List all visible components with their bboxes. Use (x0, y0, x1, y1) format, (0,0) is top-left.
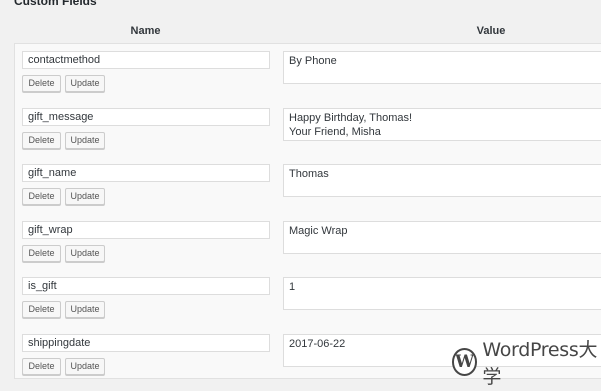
table-row: gift_wrap Delete Update Magic Wrap (0, 221, 601, 278)
delete-button[interactable]: Delete (22, 358, 61, 375)
wordpress-logo-letter: W (455, 352, 475, 372)
delete-button[interactable]: Delete (22, 301, 61, 318)
watermark-text: WordPress大学 (482, 339, 598, 388)
field-value-textarea[interactable]: Thomas (283, 164, 601, 197)
field-value-textarea[interactable]: By Phone (283, 51, 601, 84)
update-button[interactable]: Update (65, 301, 105, 318)
update-button[interactable]: Update (65, 188, 105, 205)
wordpress-watermark: W WordPress大学 (452, 339, 601, 388)
table-row: is_gift Delete Update 1 (0, 277, 601, 334)
table-row: gift_name Delete Update Thomas (0, 164, 601, 221)
delete-button[interactable]: Delete (22, 245, 61, 262)
column-header-name: Name (130, 25, 161, 37)
field-name-input[interactable]: gift_wrap (22, 221, 270, 239)
update-button[interactable]: Update (65, 132, 105, 149)
delete-button[interactable]: Delete (22, 188, 61, 205)
table-row: contactmethod Delete Update By Phone (0, 51, 601, 108)
field-value-textarea[interactable]: Magic Wrap (283, 221, 601, 254)
field-value-textarea[interactable]: Happy Birthday, Thomas! Your Friend, Mis… (283, 108, 601, 141)
field-name-input[interactable]: gift_message (22, 108, 270, 126)
field-name-input[interactable]: contactmethod (22, 51, 270, 69)
table-header: Name Value (14, 19, 601, 44)
field-name-input[interactable]: gift_name (22, 164, 270, 182)
column-header-value: Value (476, 25, 506, 37)
delete-button[interactable]: Delete (22, 132, 61, 149)
field-value-textarea[interactable]: 1 (283, 277, 601, 310)
field-name-input[interactable]: is_gift (22, 277, 270, 295)
table-row: gift_message Delete Update Happy Birthda… (0, 108, 601, 165)
update-button[interactable]: Update (65, 358, 105, 375)
field-name-input[interactable]: shippingdate (22, 334, 270, 352)
update-button[interactable]: Update (65, 75, 105, 92)
update-button[interactable]: Update (65, 245, 105, 262)
custom-fields-title: Custom Fields (14, 0, 97, 8)
delete-button[interactable]: Delete (22, 75, 61, 92)
